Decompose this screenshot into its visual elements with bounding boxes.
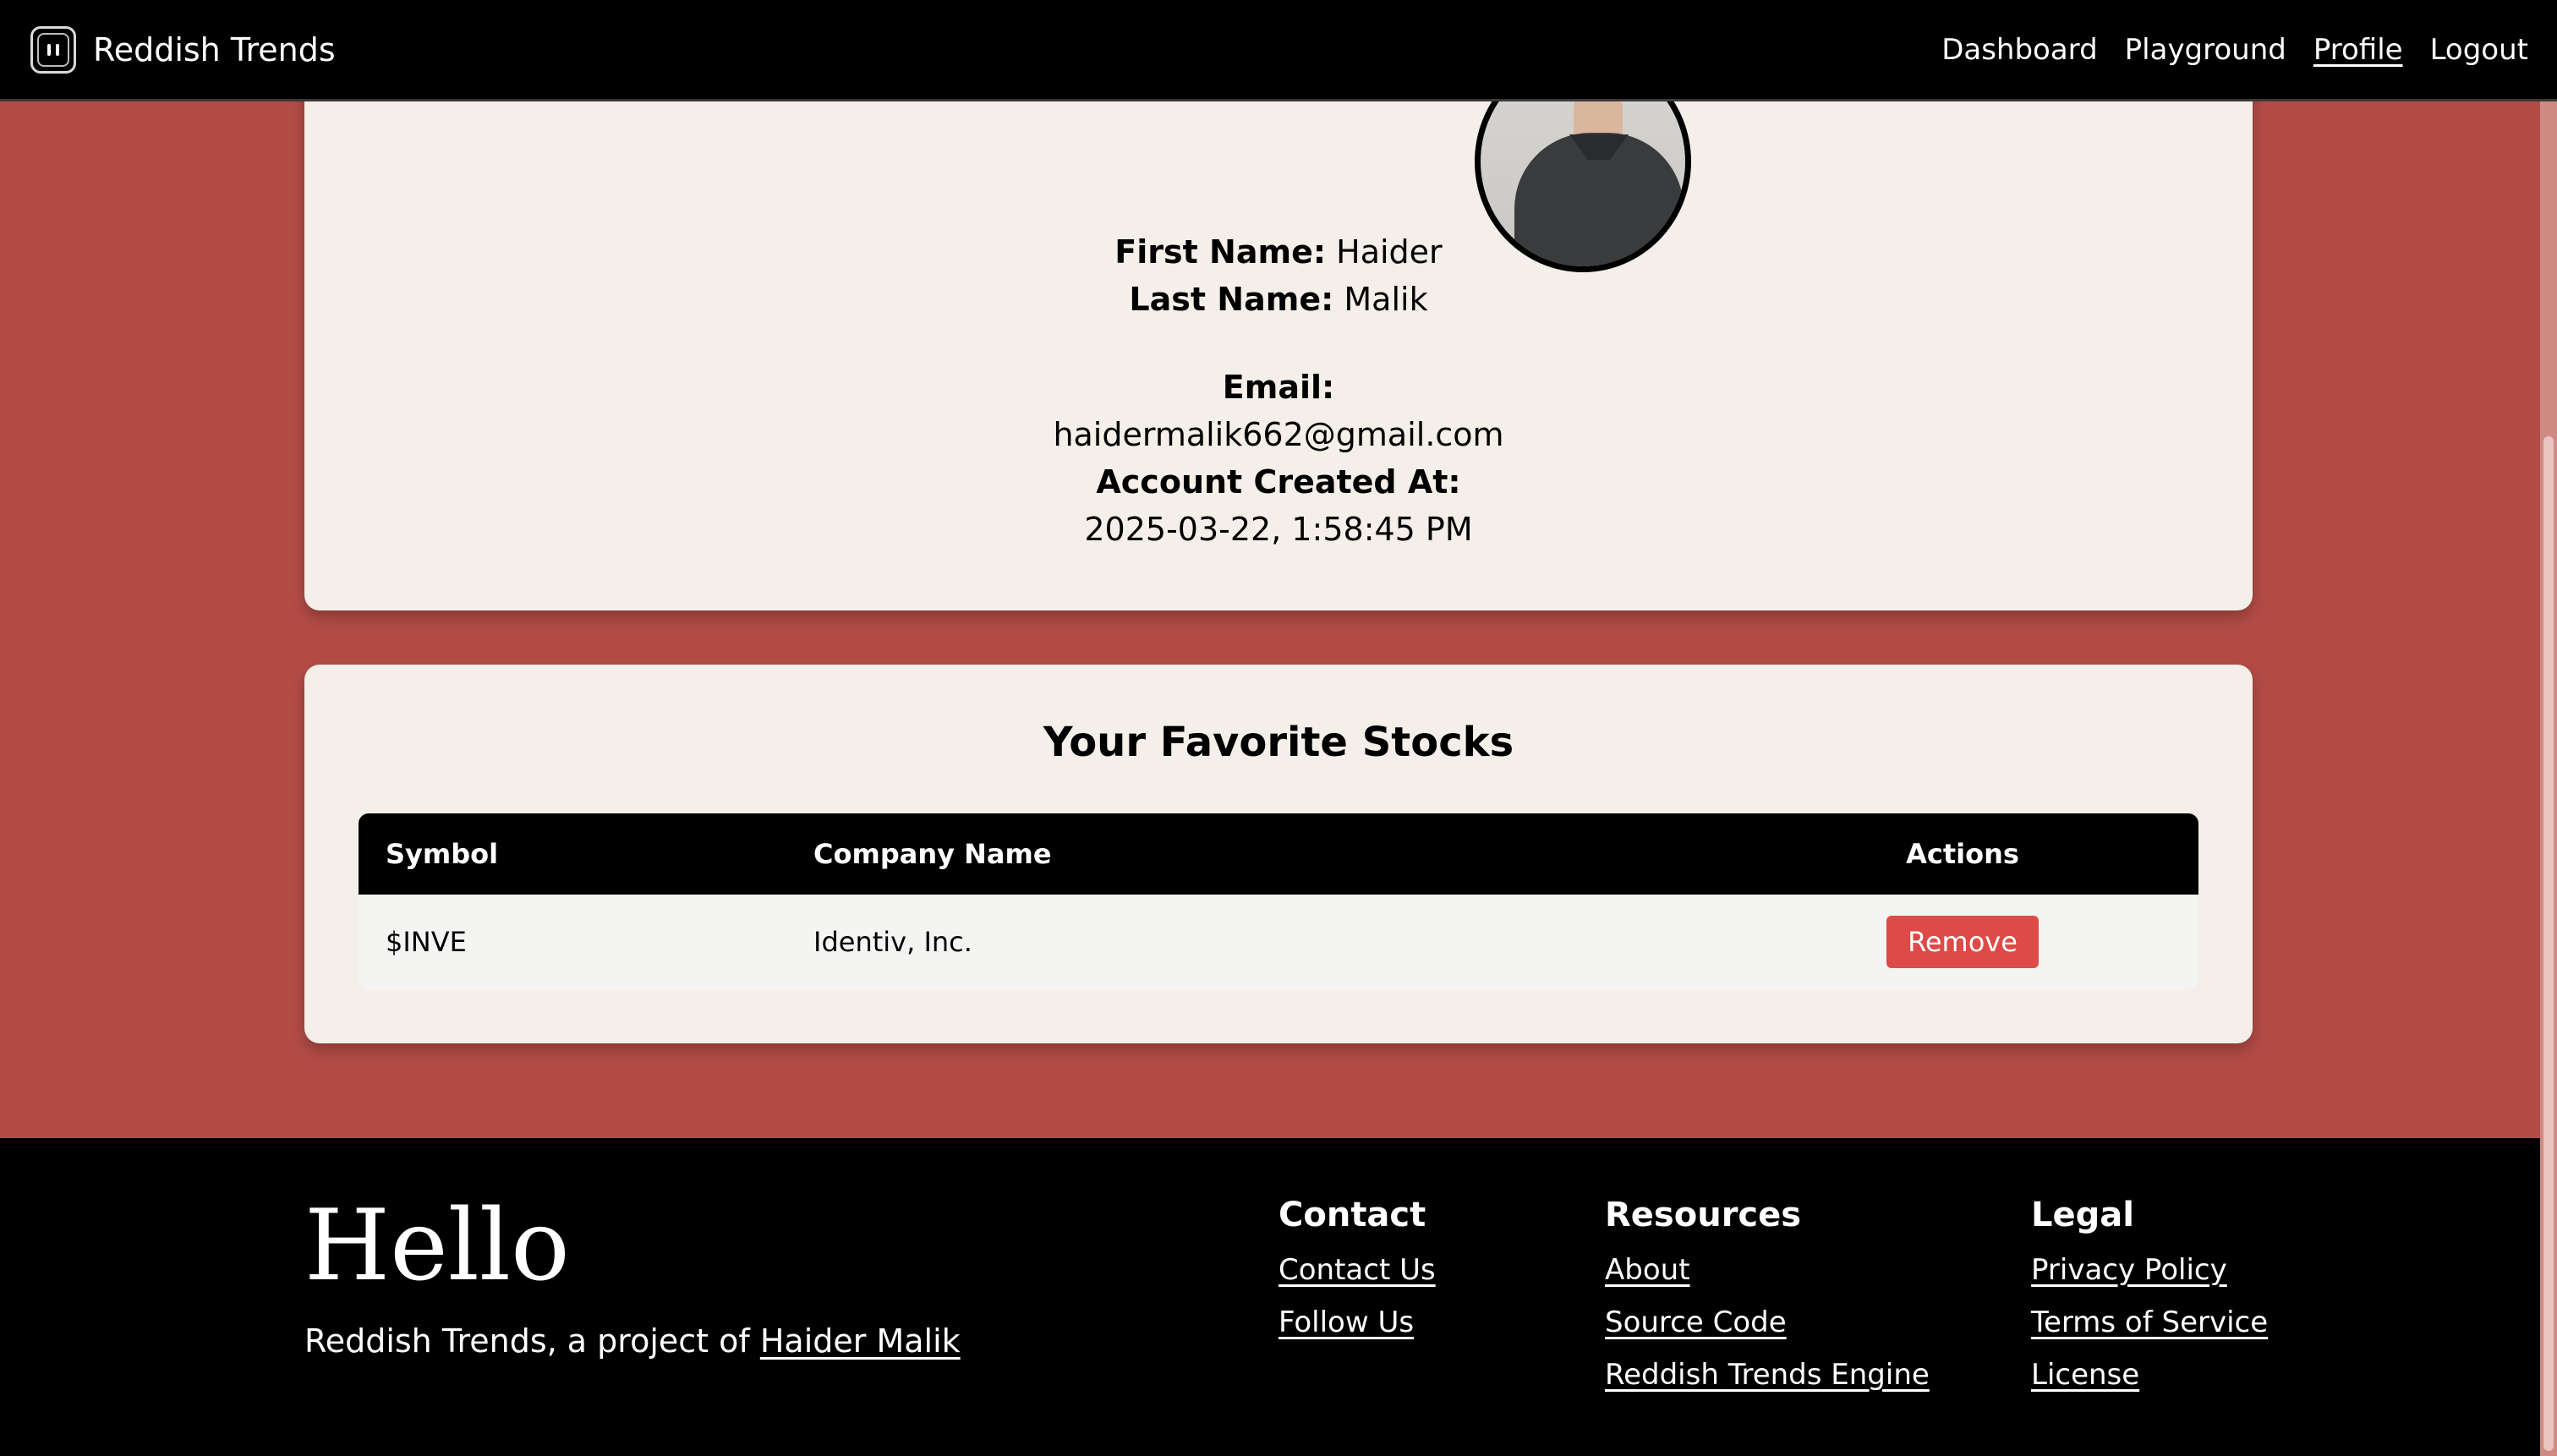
footer: Hello Reddish Trends, a project of Haide…	[0, 1138, 2557, 1456]
nav-link-logout[interactable]: Logout	[2430, 33, 2528, 67]
author-link[interactable]: Haider Malik	[760, 1322, 961, 1360]
last-name-value: Malik	[1344, 281, 1428, 318]
legal-heading: Legal	[2031, 1196, 2134, 1234]
email-label: Email:	[1222, 369, 1335, 406]
first-name-row: First Name: Haider	[304, 233, 2253, 271]
email-value: haidermalik662@gmail.com	[1053, 416, 1504, 453]
nav-link-playground[interactable]: Playground	[2125, 33, 2286, 67]
table-row: $INVE Identiv, Inc. Remove	[359, 895, 2198, 989]
header-symbol: Symbol	[386, 838, 499, 870]
about-link[interactable]: About	[1605, 1253, 1930, 1287]
profile-card: First Name: Haider Last Name: Malik Emai…	[304, 51, 2253, 610]
nav-link-profile[interactable]: Profile	[2313, 33, 2403, 67]
footer-resources-column: Resources About Source Code Reddish Tren…	[1605, 1196, 1930, 1410]
contact-us-link[interactable]: Contact Us	[1278, 1253, 1436, 1287]
created-label: Account Created At:	[1096, 463, 1461, 501]
engine-link[interactable]: Reddish Trends Engine	[1605, 1358, 1930, 1392]
tagline-text: Reddish Trends, a project of	[304, 1322, 760, 1360]
remove-button[interactable]: Remove	[1886, 916, 2039, 968]
terms-link[interactable]: Terms of Service	[2031, 1305, 2268, 1339]
table-header: Symbol Company Name Actions	[359, 813, 2198, 895]
top-navbar: Reddish Trends Dashboard Playground Prof…	[0, 0, 2557, 101]
brand-logo-icon	[30, 25, 76, 74]
header-company: Company Name	[813, 838, 1052, 870]
footer-hello: Hello	[304, 1189, 570, 1303]
scrollbar-thumb[interactable]	[2543, 436, 2554, 1451]
brand[interactable]: Reddish Trends	[30, 25, 336, 74]
footer-legal-column: Legal Privacy Policy Terms of Service Li…	[2031, 1196, 2268, 1410]
nav-link-dashboard[interactable]: Dashboard	[1941, 33, 2097, 67]
source-code-link[interactable]: Source Code	[1605, 1305, 1930, 1339]
first-name-value: Haider	[1336, 233, 1443, 271]
header-actions: Actions	[1906, 838, 2019, 870]
favorites-title: Your Favorite Stocks	[1043, 719, 1514, 766]
resources-heading: Resources	[1605, 1196, 1802, 1234]
favorites-table: Symbol Company Name Actions $INVE Identi…	[359, 813, 2198, 989]
first-name-label: First Name:	[1114, 233, 1327, 271]
favorite-stocks-card: Your Favorite Stocks Symbol Company Name…	[304, 665, 2253, 1043]
brand-title: Reddish Trends	[93, 30, 336, 68]
footer-tagline: Reddish Trends, a project of Haider Mali…	[304, 1322, 961, 1360]
follow-us-link[interactable]: Follow Us	[1278, 1305, 1436, 1339]
footer-contact-column: Contact Contact Us Follow Us	[1278, 1196, 1436, 1358]
last-name-row: Last Name: Malik	[304, 281, 2253, 318]
created-value: 2025-03-22, 1:58:45 PM	[1084, 511, 1473, 548]
privacy-policy-link[interactable]: Privacy Policy	[2031, 1253, 2268, 1287]
license-link[interactable]: License	[2031, 1358, 2268, 1392]
nav-links: Dashboard Playground Profile Logout	[1941, 33, 2528, 67]
last-name-label: Last Name:	[1129, 281, 1334, 318]
contact-heading: Contact	[1278, 1196, 1426, 1234]
cell-actions: Remove	[1727, 916, 2198, 968]
page-scrollbar[interactable]	[2540, 101, 2557, 1456]
cell-company: Identiv, Inc.	[813, 926, 972, 958]
cell-symbol: $INVE	[386, 926, 467, 958]
